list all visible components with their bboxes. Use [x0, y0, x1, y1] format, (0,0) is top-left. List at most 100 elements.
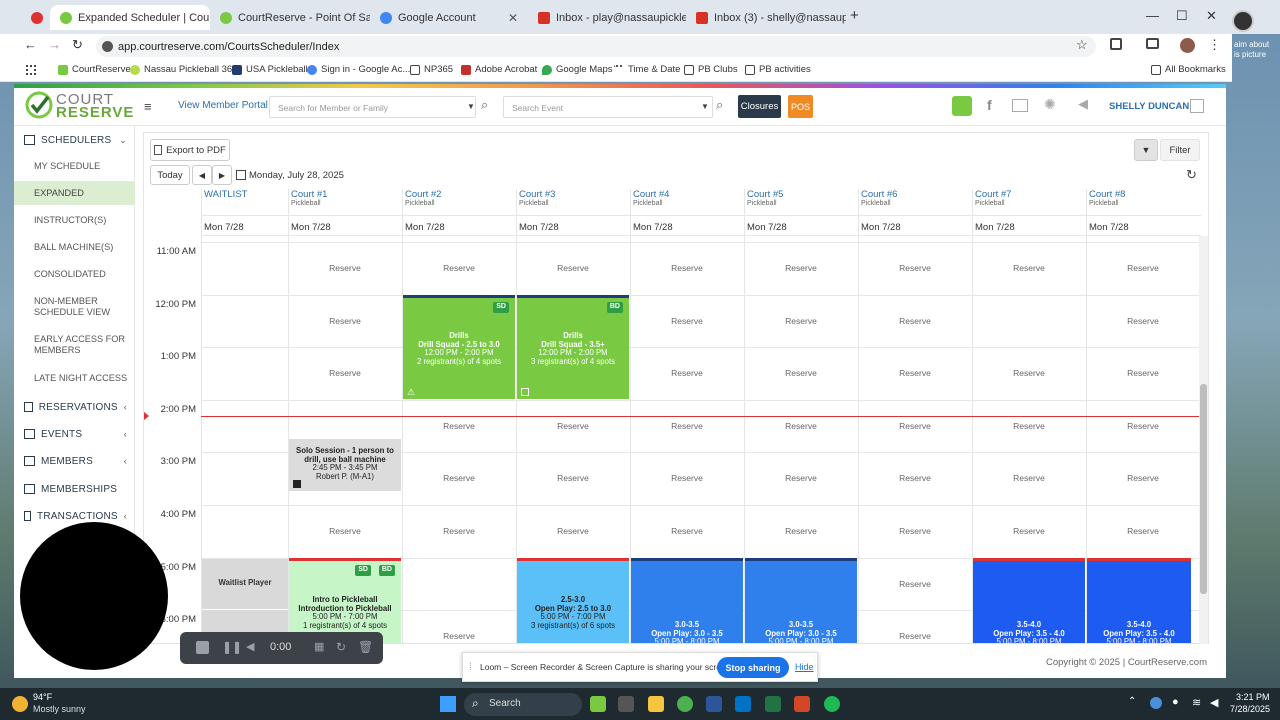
chrome-icon[interactable]	[677, 696, 693, 712]
outlook-icon[interactable]	[735, 696, 751, 712]
pos-button[interactable]: POS	[788, 95, 813, 118]
prev-day-icon[interactable]: ◀	[192, 165, 212, 185]
bookmark-google-maps[interactable]: Google Maps	[542, 64, 613, 75]
reserve-slot[interactable]: Reserve	[419, 263, 499, 273]
bookmark-courtreserve[interactable]: CourtReserve	[58, 64, 131, 75]
event-block[interactable]: Waitlist Player	[202, 559, 288, 609]
trash-icon[interactable]: 🗑	[358, 640, 373, 654]
sidebar-item-my-schedule[interactable]: MY SCHEDULE	[14, 154, 135, 178]
megaphone-icon[interactable]: ◀	[1078, 96, 1088, 112]
reserve-slot[interactable]: Reserve	[647, 473, 727, 483]
next-day-icon[interactable]: ▶	[212, 165, 232, 185]
close-icon[interactable]: ✕	[508, 11, 518, 25]
chat-icon[interactable]	[952, 96, 972, 116]
desktop-app-icon[interactable]	[1232, 10, 1254, 32]
reserve-slot[interactable]: Reserve	[761, 316, 841, 326]
bookmark-all[interactable]: All Bookmarks	[1151, 64, 1226, 75]
reserve-slot[interactable]: Reserve	[761, 421, 841, 431]
event-block[interactable]: Solo Session - 1 person to drill, use ba…	[289, 439, 401, 491]
mute-icon[interactable]: ◀	[246, 640, 254, 653]
reserve-slot[interactable]: Reserve	[647, 421, 727, 431]
tab-point-of-sale[interactable]: CourtReserve - Point Of Sale ✕	[210, 5, 370, 30]
app-icon[interactable]	[590, 696, 606, 712]
event-block[interactable]: 3.0-3.5 Open Play: 3.0 - 3.5 5:00 PM - 8:0…	[631, 558, 743, 643]
reserve-slot[interactable]: Reserve	[419, 631, 499, 641]
sidebar-item-late-night[interactable]: LATE NIGHT ACCESS	[14, 366, 135, 390]
reserve-slot[interactable]: Reserve	[1103, 368, 1183, 378]
event-block[interactable]: 3.5-4.0 Open Play: 3.5 - 4.0 5:00 PM - 8:0…	[1087, 558, 1191, 643]
reserve-slot[interactable]: Reserve	[875, 263, 955, 273]
windows-start-icon[interactable]	[440, 696, 456, 712]
column-header-name[interactable]: Court #8	[1089, 189, 1125, 200]
maximize-icon[interactable]: ☐	[1176, 8, 1188, 24]
reserve-slot[interactable]: Reserve	[1103, 263, 1183, 273]
reserve-slot[interactable]: Reserve	[875, 631, 955, 641]
column-header-name[interactable]: Court #3	[519, 189, 555, 200]
column-header-name[interactable]: Court #6	[861, 189, 897, 200]
reserve-slot[interactable]: Reserve	[647, 316, 727, 326]
bookmark-star-icon[interactable]: ☆	[1076, 37, 1088, 53]
search-icon[interactable]: ⌕	[481, 97, 488, 113]
volume-icon[interactable]: ◀	[1210, 696, 1218, 709]
column-header-name[interactable]: Court #2	[405, 189, 441, 200]
forward-icon[interactable]: →	[48, 37, 61, 52]
tray-chevron-icon[interactable]: ⌃	[1128, 696, 1136, 707]
site-info-icon[interactable]	[102, 41, 113, 52]
dropdown-arrow-icon[interactable]: ▼	[467, 102, 475, 111]
column-header-name[interactable]: WAITLIST	[204, 189, 247, 200]
event-block[interactable]: 2.5-3.0 Open Play: 2.5 to 3.0 5:00 PM - 7:…	[517, 558, 629, 643]
sidebar-item-instructors[interactable]: INSTRUCTOR(S)	[14, 208, 135, 232]
url-input[interactable]: app.courtreserve.com/CourtsScheduler/Ind…	[96, 36, 1096, 57]
grid-icon[interactable]: ▦	[314, 640, 324, 653]
sidebar-item-non-member[interactable]: NON-MEMBER SCHEDULE VIEW	[14, 292, 135, 322]
task-view-icon[interactable]	[618, 696, 634, 712]
word-icon[interactable]	[706, 696, 722, 712]
filter-icon[interactable]: ▼	[1134, 139, 1158, 161]
reserve-slot[interactable]: Reserve	[875, 579, 955, 589]
menu-dots-icon[interactable]: ⋮	[1208, 37, 1221, 53]
column-header-name[interactable]: Court #7	[975, 189, 1011, 200]
scrollbar[interactable]	[1199, 236, 1208, 644]
reserve-slot[interactable]: Reserve	[761, 526, 841, 536]
bookmark-time-date[interactable]: Time & Date	[614, 64, 680, 75]
sidebar-item-early-access[interactable]: EARLY ACCESS FOR MEMBERS	[14, 330, 135, 360]
event-block[interactable]: 3.5-4.0 Open Play: 3.5 - 4.0 5:00 PM - 8:0…	[973, 558, 1085, 643]
tab-expanded-scheduler[interactable]: Expanded Scheduler | Court ✕	[50, 5, 210, 30]
pause-icon[interactable]: ❚❚	[222, 640, 242, 654]
logout-icon[interactable]	[1190, 99, 1204, 113]
calendar-icon[interactable]	[236, 170, 246, 180]
reserve-slot[interactable]: Reserve	[1103, 473, 1183, 483]
view-member-portal-link[interactable]: View Member Portal	[178, 100, 268, 111]
cast-icon[interactable]	[1146, 38, 1159, 49]
onedrive-icon[interactable]	[1150, 697, 1162, 709]
sidebar-item-expanded[interactable]: EXPANDED	[14, 181, 135, 205]
refresh-icon[interactable]: ↻	[1186, 167, 1197, 183]
tab-inbox-play[interactable]: Inbox - play@nassaupickleball... ✕	[528, 5, 686, 30]
reserve-slot[interactable]: Reserve	[989, 473, 1069, 483]
reserve-slot[interactable]: Reserve	[419, 473, 499, 483]
reserve-slot[interactable]: Reserve	[875, 368, 955, 378]
reserve-slot[interactable]: Reserve	[989, 368, 1069, 378]
member-search-input[interactable]: Search for Member or Family ▼	[269, 96, 476, 118]
clock-time[interactable]: 3:21 PM	[1236, 692, 1270, 702]
filter-button[interactable]: Filter	[1160, 139, 1200, 161]
powerpoint-icon[interactable]	[794, 696, 810, 712]
reserve-slot[interactable]: Reserve	[875, 316, 955, 326]
reserve-slot[interactable]: Reserve	[989, 263, 1069, 273]
reserve-slot[interactable]: Reserve	[875, 526, 955, 536]
clock-date[interactable]: 7/28/2025	[1230, 704, 1270, 714]
bookmark-google-signin[interactable]: Sign in - Google Ac...	[307, 64, 410, 75]
event-block[interactable]: 3.0-3.5 Open Play: 3.0 - 3.5 5:00 PM - 8:0…	[745, 558, 857, 643]
spotify-icon[interactable]	[824, 696, 840, 712]
file-explorer-icon[interactable]	[648, 696, 664, 712]
reserve-slot[interactable]: Reserve	[647, 526, 727, 536]
reserve-slot[interactable]: Reserve	[1103, 526, 1183, 536]
lightbulb-icon[interactable]: ✺	[1044, 96, 1056, 113]
weather-desc[interactable]: Mostly sunny	[33, 704, 86, 714]
apps-grid-icon[interactable]	[26, 65, 36, 75]
reserve-slot[interactable]: Reserve	[1103, 316, 1183, 326]
book-icon[interactable]	[1012, 99, 1028, 112]
reserve-slot[interactable]: Reserve	[1103, 421, 1183, 431]
reserve-slot[interactable]: Reserve	[305, 526, 385, 536]
extensions-icon[interactable]	[1110, 38, 1122, 50]
